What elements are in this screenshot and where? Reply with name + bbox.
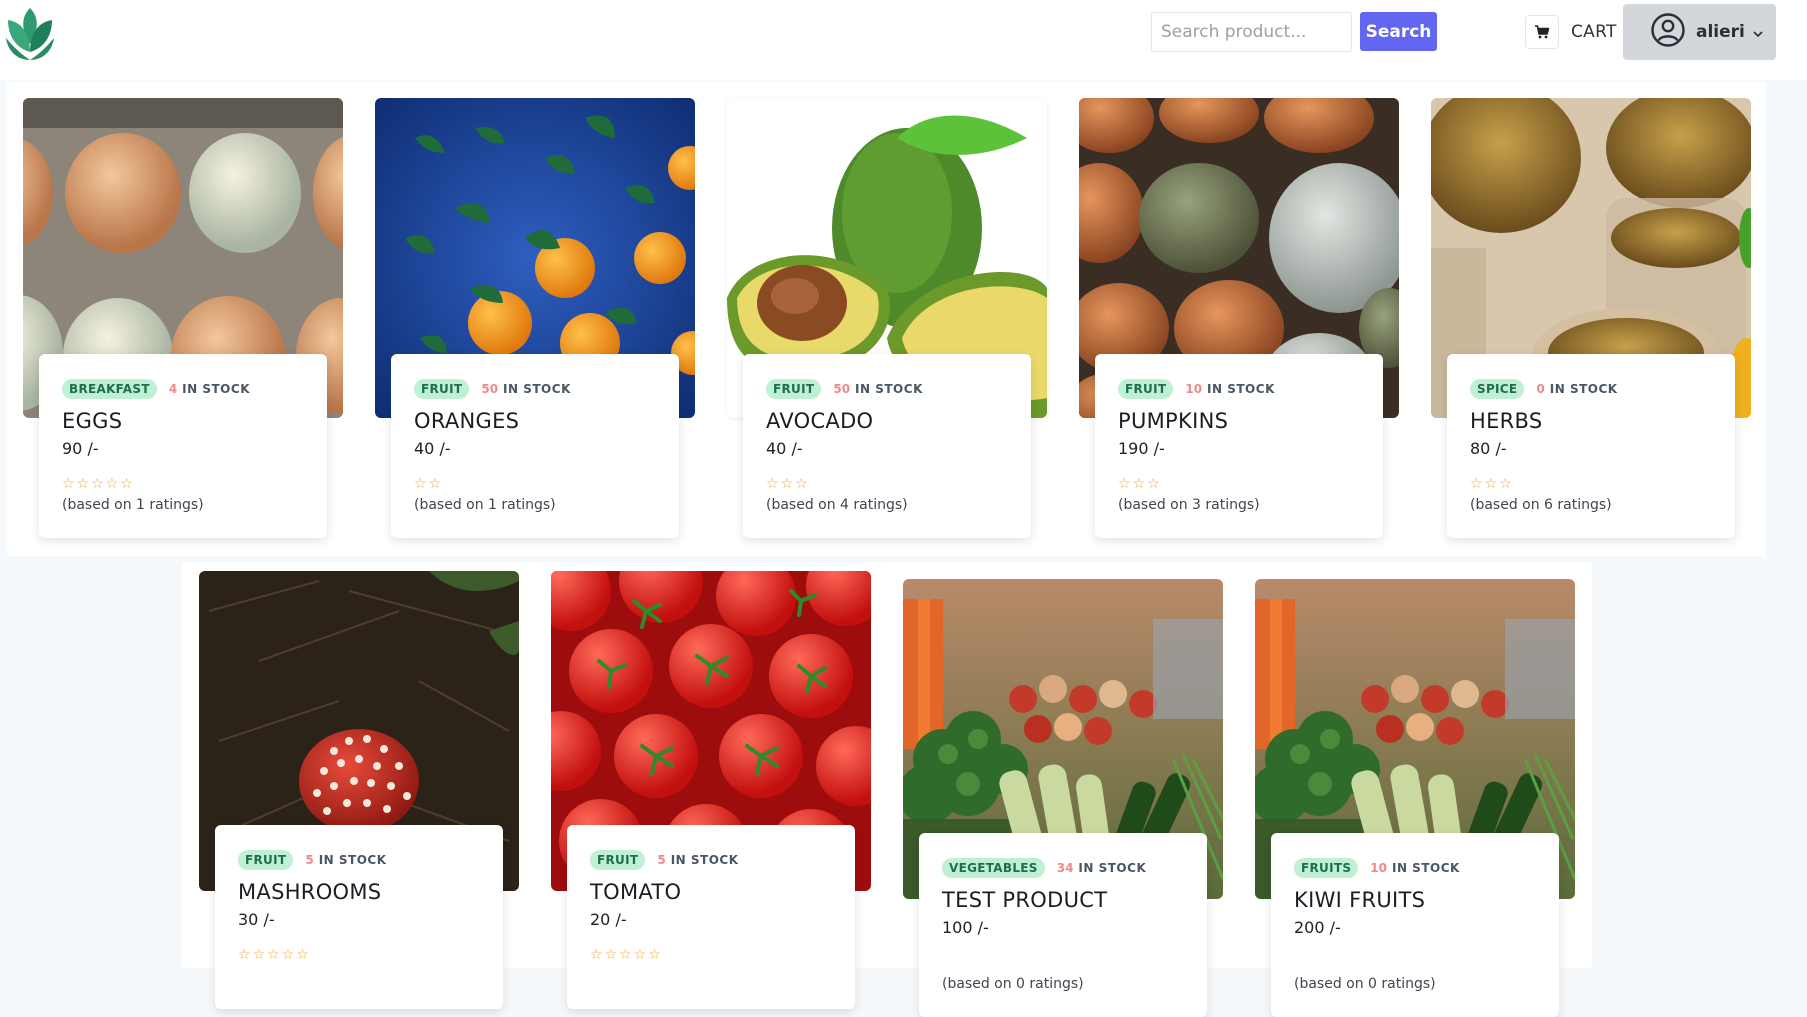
stock-count: 10 (1370, 861, 1387, 875)
product-info: FRUIT 10 IN STOCK PUMPKINS 190 /- ☆☆☆ (b… (1095, 354, 1383, 538)
stock-count: 50 (481, 382, 499, 396)
leaf-logo-icon[interactable] (4, 4, 56, 60)
product-price: 80 /- (1470, 439, 1507, 458)
star-rating: ☆☆☆☆☆ (590, 947, 663, 963)
product-price: 30 /- (238, 910, 275, 929)
star-rating: ☆☆☆ (766, 476, 810, 492)
category-badge: FRUIT (766, 379, 822, 399)
stock-label: IN STOCK (1549, 382, 1618, 396)
product-name[interactable]: ORANGES (414, 409, 656, 433)
product-name[interactable]: PUMPKINS (1118, 409, 1360, 433)
product-name[interactable]: TOMATO (590, 880, 832, 904)
product-name[interactable]: AVOCADO (766, 409, 1008, 433)
stock-count: 50 (833, 382, 851, 396)
top-navbar: Search CART alieri (0, 0, 1807, 80)
stock-count: 0 (1536, 382, 1545, 396)
stock-count: 5 (657, 853, 666, 867)
star-rating: ☆☆☆ (1118, 476, 1162, 492)
product-name[interactable]: KIWI FRUITS (1294, 888, 1536, 912)
product-info: SPICE 0 IN STOCK HERBS 80 /- ☆☆☆ (based … (1447, 354, 1735, 538)
stock-count: 34 (1056, 861, 1074, 875)
product-name[interactable]: HERBS (1470, 409, 1712, 433)
product-price: 20 /- (590, 910, 627, 929)
search-button[interactable]: Search (1360, 12, 1437, 51)
stock-label: IN STOCK (318, 853, 387, 867)
chevron-down-icon (1753, 23, 1763, 42)
ratings-count: (based on 0 ratings) (942, 976, 1084, 992)
ratings-count: (based on 4 ratings) (766, 497, 908, 513)
stock-label: IN STOCK (1391, 861, 1460, 875)
category-badge: FRUITS (1294, 858, 1359, 878)
cart-link[interactable]: CART (1525, 14, 1617, 50)
star-rating: ☆☆☆☆☆ (238, 947, 311, 963)
product-price: 40 /- (414, 439, 451, 458)
category-badge: SPICE (1470, 379, 1525, 399)
product-info: FRUITS 10 IN STOCK KIWI FRUITS 200 /- (b… (1271, 833, 1559, 1017)
product-price: 200 /- (1294, 918, 1341, 937)
stock-count: 4 (168, 382, 178, 396)
star-rating (1294, 955, 1536, 973)
stock-count: 10 (1185, 382, 1203, 396)
product-price: 90 /- (62, 439, 99, 458)
search-input[interactable] (1151, 12, 1352, 52)
product-price: 190 /- (1118, 439, 1165, 458)
ratings-count: (based on 0 ratings) (1294, 976, 1436, 992)
product-info: BREAKFAST 4 IN STOCK EGGS 90 /- ☆☆☆☆☆ (b… (39, 354, 327, 538)
product-name[interactable]: MASHROOMS (238, 880, 480, 904)
product-name[interactable]: TEST PRODUCT (942, 888, 1184, 912)
cart-icon[interactable] (1525, 15, 1559, 49)
product-info: FRUIT 5 IN STOCK MASHROOMS 30 /- ☆☆☆☆☆ (215, 825, 503, 1009)
stock-label: IN STOCK (1207, 382, 1275, 396)
product-price: 100 /- (942, 918, 989, 937)
user-name: alieri (1696, 22, 1745, 42)
category-badge: FRUIT (590, 850, 646, 870)
star-rating (942, 955, 1184, 973)
category-badge: FRUIT (1118, 379, 1174, 399)
stock-label: IN STOCK (503, 382, 571, 396)
stock-label: IN STOCK (855, 382, 923, 396)
product-info: FRUIT 5 IN STOCK TOMATO 20 /- ☆☆☆☆☆ (567, 825, 855, 1009)
product-info: FRUIT 50 IN STOCK ORANGES 40 /- ☆☆ (base… (391, 354, 679, 538)
stock-label: IN STOCK (670, 853, 739, 867)
product-price: 40 /- (766, 439, 803, 458)
product-name[interactable]: EGGS (62, 409, 304, 433)
ratings-count: (based on 6 ratings) (1470, 497, 1612, 513)
star-rating: ☆☆ (414, 476, 444, 492)
star-rating: ☆☆☆ (1470, 476, 1514, 492)
product-info: VEGETABLES 34 IN STOCK TEST PRODUCT 100 … (919, 833, 1207, 1017)
cart-label: CART (1571, 22, 1617, 42)
ratings-count: (based on 3 ratings) (1118, 497, 1260, 513)
star-rating: ☆☆☆☆☆ (62, 476, 135, 492)
category-badge: FRUIT (238, 850, 294, 870)
stock-label: IN STOCK (1078, 861, 1147, 875)
category-badge: BREAKFAST (62, 379, 157, 399)
product-info: FRUIT 50 IN STOCK AVOCADO 40 /- ☆☆☆ (bas… (743, 354, 1031, 538)
user-menu-button[interactable]: alieri (1623, 4, 1776, 60)
category-badge: FRUIT (414, 379, 470, 399)
ratings-count: (based on 1 ratings) (62, 497, 204, 513)
stock-count: 5 (305, 853, 314, 867)
ratings-count: (based on 1 ratings) (414, 497, 556, 513)
user-circle-icon (1650, 12, 1686, 52)
category-badge: VEGETABLES (942, 858, 1045, 878)
stock-label: IN STOCK (182, 382, 250, 396)
